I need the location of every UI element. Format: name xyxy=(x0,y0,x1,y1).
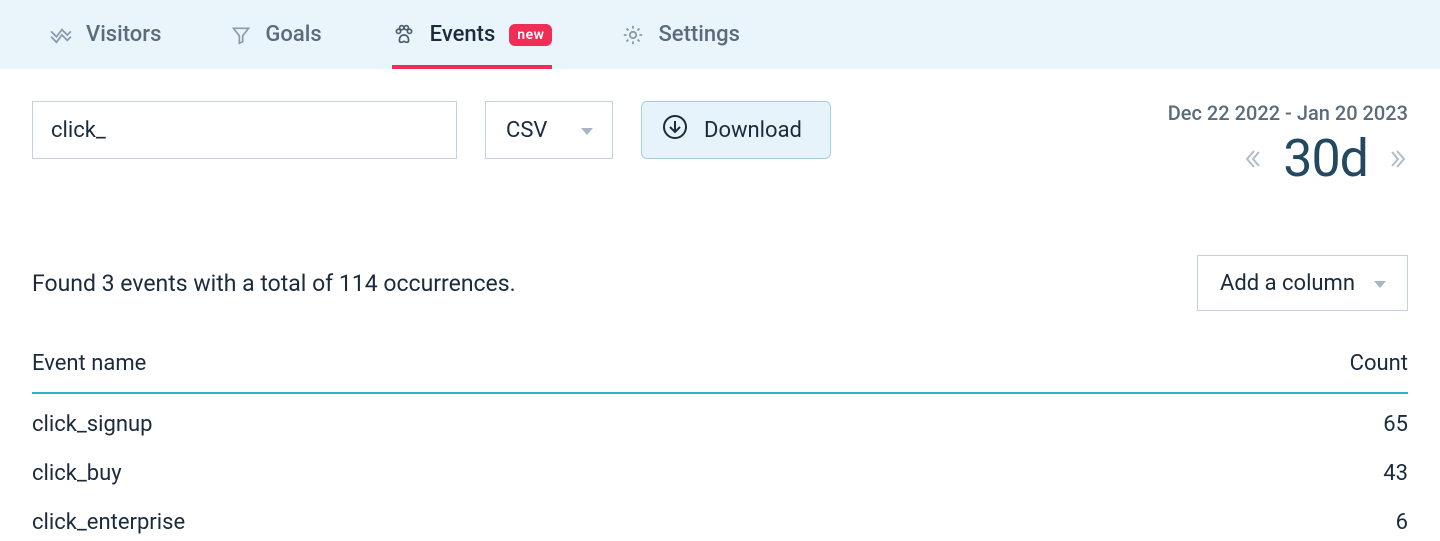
tab-events[interactable]: Events new xyxy=(392,0,553,69)
tab-settings[interactable]: Settings xyxy=(622,0,739,69)
add-column-button[interactable]: Add a column xyxy=(1197,255,1408,311)
date-range-text: Dec 22 2022 - Jan 20 2023 xyxy=(1168,101,1408,125)
add-column-label: Add a column xyxy=(1220,271,1355,296)
event-count: 65 xyxy=(1383,412,1408,437)
tab-visitors[interactable]: Visitors xyxy=(50,0,161,69)
toolbar: CSV Download Dec 22 2022 - Jan 20 2023 xyxy=(32,101,1408,185)
summary-text: Found 3 events with a total of 114 occur… xyxy=(32,270,516,297)
column-header-name[interactable]: Event name xyxy=(32,351,146,376)
period-label[interactable]: 30d xyxy=(1283,133,1368,185)
table-row[interactable]: click_signup 65 xyxy=(32,394,1408,443)
event-count: 6 xyxy=(1396,510,1408,535)
event-name: click_signup xyxy=(32,412,153,437)
tab-goals[interactable]: Goals xyxy=(231,0,321,69)
chevron-down-icon xyxy=(580,118,594,143)
tabs-bar: Visitors Goals Events new xyxy=(0,0,1440,69)
download-icon xyxy=(662,114,688,146)
event-name: click_buy xyxy=(32,461,122,486)
new-badge: new xyxy=(509,24,552,46)
funnel-icon xyxy=(231,25,251,45)
prev-period-button[interactable] xyxy=(1243,147,1261,171)
tab-label: Events xyxy=(430,22,496,47)
next-period-button[interactable] xyxy=(1390,147,1408,171)
tab-label: Visitors xyxy=(86,22,161,47)
table-row[interactable]: click_buy 43 xyxy=(32,443,1408,492)
tab-label: Goals xyxy=(265,22,321,47)
event-name: click_enterprise xyxy=(32,510,185,535)
events-table: Event name Count click_signup 65 click_b… xyxy=(32,351,1408,541)
paw-icon xyxy=(392,24,416,46)
column-header-count[interactable]: Count xyxy=(1350,351,1408,376)
download-label: Download xyxy=(704,118,802,143)
search-input[interactable] xyxy=(32,101,457,159)
chart-line-icon xyxy=(50,26,72,44)
download-button[interactable]: Download xyxy=(641,101,831,159)
date-range: Dec 22 2022 - Jan 20 2023 30d xyxy=(1168,101,1408,185)
export-format-value: CSV xyxy=(506,118,547,143)
export-format-select[interactable]: CSV xyxy=(485,101,613,159)
chevron-down-icon xyxy=(1373,271,1387,296)
gear-icon xyxy=(622,24,644,46)
event-count: 43 xyxy=(1383,461,1408,486)
tab-label: Settings xyxy=(658,22,739,47)
